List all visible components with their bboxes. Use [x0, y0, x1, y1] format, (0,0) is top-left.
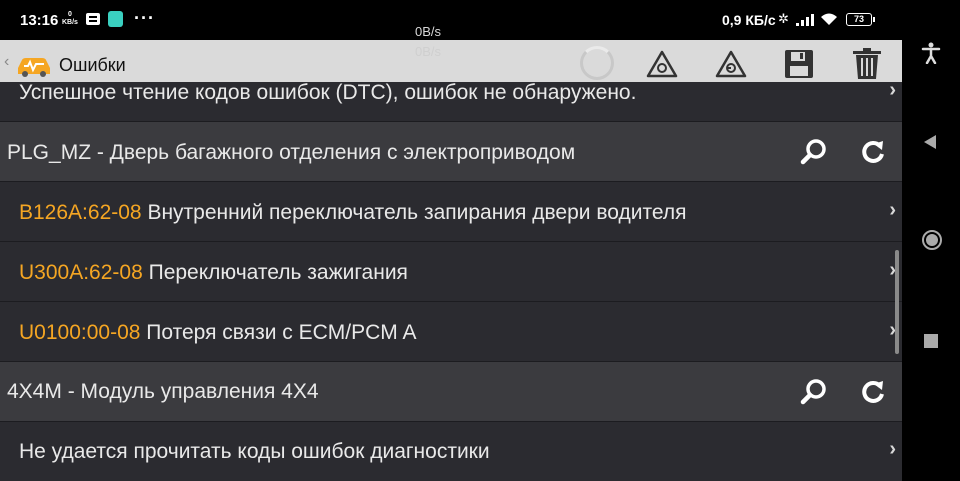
app-screen: 13:16 0 KB/s ··· 0,9 КБ/с ✲ 73 ‹ Ошибки: [0, 0, 902, 481]
dtc-text: U300A:62-08 Переключатель зажигания: [19, 261, 408, 285]
page-title: Ошибки: [59, 55, 126, 75]
back-icon[interactable]: [921, 133, 939, 151]
list-item-read-failed[interactable]: Не удается прочитать коды ошибок диагнос…: [0, 422, 902, 481]
chevron-right-icon: ›: [889, 199, 896, 221]
kbs-value: 0: [68, 11, 72, 18]
dtc-row-b126a[interactable]: B126A:62-08 Внутренний переключатель зап…: [0, 182, 902, 242]
dtc-description: Потеря связи с ECM/PCM A: [146, 321, 417, 344]
chevron-right-icon: ›: [889, 79, 896, 101]
speed-overlay-up: 0B/s: [414, 24, 441, 39]
dtc-row-u300a[interactable]: U300A:62-08 Переключатель зажигания ›: [0, 242, 902, 302]
dtc-description: Переключатель зажигания: [148, 261, 408, 284]
list-item-read-success[interactable]: Успешное чтение кодов ошибок (DTC), ошиб…: [0, 79, 902, 122]
speed-overlay-down: 0B/s: [414, 44, 441, 59]
recents-icon[interactable]: [923, 333, 939, 349]
dtc-row-u0100[interactable]: U0100:00-08 Потеря связи с ECM/PCM A ›: [0, 302, 902, 362]
wifi-icon: [821, 13, 837, 25]
search-icon[interactable]: [799, 137, 829, 167]
home-icon[interactable]: [921, 229, 943, 251]
signal-icon: [796, 14, 814, 26]
message-icon: [86, 13, 100, 25]
module-row-4x4m: 4X4M - Модуль управления 4X4: [0, 362, 902, 422]
dtc-code: B126A:62-08: [19, 201, 142, 224]
scrollbar[interactable]: [895, 250, 899, 354]
kbs-indicator: 0 KB/s: [62, 11, 78, 27]
bluetooth-icon: ✲: [778, 11, 789, 26]
module-row-plg-mz: PLG_MZ - Дверь багажного отделения с эле…: [0, 122, 902, 182]
accessibility-icon[interactable]: [921, 42, 941, 64]
save-icon[interactable]: [782, 48, 816, 80]
refresh-icon[interactable]: [858, 377, 888, 407]
warning-triangle-clear-icon[interactable]: [714, 48, 748, 80]
battery-icon: 73: [846, 13, 875, 26]
dtc-code: U300A:62-08: [19, 261, 143, 284]
chevron-right-icon: ›: [889, 438, 896, 460]
app-icon: [108, 11, 123, 27]
list-item-text: Не удается прочитать коды ошибок диагнос…: [19, 440, 490, 463]
more-notifications: ···: [134, 8, 155, 28]
kbs-unit: KB/s: [62, 19, 78, 26]
dtc-text: U0100:00-08 Потеря связи с ECM/PCM A: [19, 321, 416, 345]
dtc-text: B126A:62-08 Внутренний переключатель зап…: [19, 201, 686, 225]
back-chevron-icon[interactable]: ‹: [4, 53, 9, 71]
search-icon[interactable]: [799, 377, 829, 407]
module-title: PLG_MZ - Дверь багажного отделения с эле…: [7, 141, 576, 164]
network-speed: 0,9 КБ/с: [722, 12, 776, 28]
refresh-icon[interactable]: [858, 137, 888, 167]
list-item-text: Успешное чтение кодов ошибок (DTC), ошиб…: [19, 81, 637, 104]
dtc-description: Внутренний переключатель запирания двери…: [147, 201, 687, 224]
navigation-bar: [902, 0, 960, 481]
warning-triangle-icon[interactable]: [645, 48, 679, 80]
loading-spinner-icon: [580, 46, 614, 80]
clock: 13:16: [20, 12, 59, 29]
dtc-code: U0100:00-08: [19, 321, 141, 344]
car-logo-icon[interactable]: [14, 50, 54, 78]
module-title: 4X4M - Модуль управления 4X4: [7, 380, 319, 403]
trash-icon[interactable]: [850, 48, 884, 80]
